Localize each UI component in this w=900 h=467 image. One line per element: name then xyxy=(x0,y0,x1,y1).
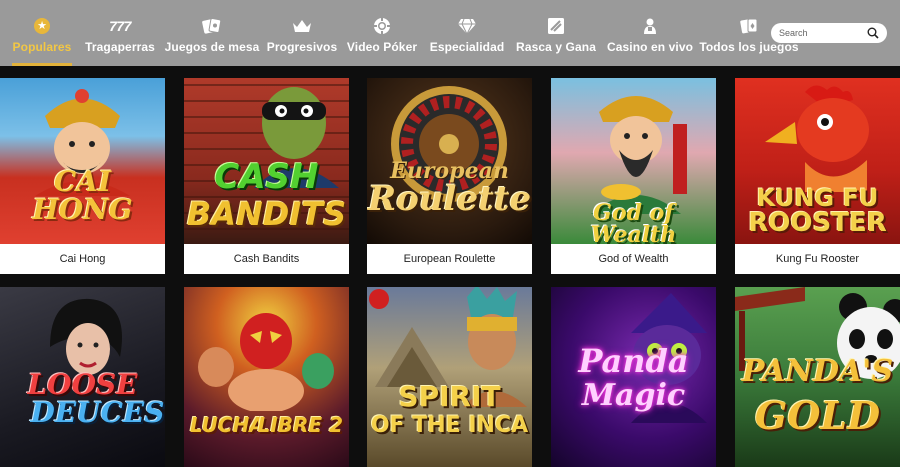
search-icon[interactable] xyxy=(867,27,879,39)
nav-item-label: Populares xyxy=(12,40,72,54)
game-logo-text: GOLD xyxy=(754,393,881,438)
game-thumbnail: God of Wealth xyxy=(551,78,716,244)
game-thumbnail: CAI HONG xyxy=(0,78,165,244)
god-illustration xyxy=(591,96,687,214)
game-thumbnail: CASH BANDITS xyxy=(184,78,349,244)
game-thumbnail: KUNG FU ROOSTER xyxy=(735,78,900,244)
nav-item-especialidad[interactable]: Especialidad xyxy=(429,0,505,66)
search-box xyxy=(771,23,887,43)
game-logo-text: Panda xyxy=(578,342,689,380)
game-logo-text: CASH xyxy=(214,157,319,197)
nav-item-label: Tragaperras xyxy=(85,40,155,54)
game-caption: Cai Hong xyxy=(0,244,165,274)
nav-item-juegos-de-mesa[interactable]: Juegos de mesa xyxy=(165,0,259,66)
nav-item-video-poker[interactable]: Video Póker xyxy=(346,0,418,66)
game-logo-text: Roulette xyxy=(367,179,532,219)
search-input[interactable] xyxy=(779,25,859,41)
game-thumbnail: SPIRIT OF THE INCA xyxy=(367,287,532,467)
nav-item-label: Video Póker xyxy=(346,40,418,54)
crown-icon xyxy=(293,20,311,32)
game-logo-text: HONG xyxy=(32,193,133,226)
777-icon: 777 xyxy=(109,18,131,34)
star-coin-icon: ★ xyxy=(34,18,50,34)
game-caption: Cash Bandits xyxy=(184,244,349,274)
cards-spread-icon xyxy=(740,18,758,34)
nav-item-label: Progresivos xyxy=(266,40,338,54)
game-logo-text: OF THE INCA xyxy=(370,413,529,438)
game-thumbnail: Panda Magic xyxy=(551,287,716,467)
nav-item-rasca-y-gana[interactable]: Rasca y Gana xyxy=(516,0,596,66)
game-logo-text: Magic xyxy=(581,378,686,413)
game-logo-text: BANDITS xyxy=(186,195,347,233)
game-logo-text: CAI xyxy=(53,165,112,198)
game-logo-text: PANDA'S xyxy=(741,354,894,389)
rooster-illustration xyxy=(765,85,869,192)
nav-item-progresivos[interactable]: Progresivos xyxy=(267,0,337,66)
game-logo-text: SPIRIT xyxy=(398,380,501,413)
game-logo-text: LIBRE 2 xyxy=(257,413,343,437)
nav-item-populares[interactable]: ★ Populares xyxy=(12,0,72,66)
game-thumbnail: LOOSE DEUCES xyxy=(0,287,165,467)
nav-item-label: Especialidad xyxy=(429,40,505,54)
nav-item-tragaperras[interactable]: 777 Tragaperras xyxy=(85,0,155,66)
game-thumbnail: European Roulette xyxy=(367,78,532,244)
game-thumbnail: PANDA'S GOLD xyxy=(735,287,900,467)
game-caption: Kung Fu Rooster xyxy=(735,244,900,274)
top-navigation: ★ Populares 777 Tragaperras Juegos de me… xyxy=(0,0,900,66)
dealer-icon xyxy=(644,18,656,34)
game-logo-text: LOOSE xyxy=(27,368,138,401)
chip-icon xyxy=(374,18,390,34)
nav-item-label: Rasca y Gana xyxy=(516,40,596,54)
game-logo-text: DEUCES xyxy=(30,396,165,429)
game-logo-text: God of Wealth xyxy=(590,200,677,244)
scratch-icon xyxy=(548,18,564,34)
game-logo-text: ROOSTER xyxy=(748,208,887,238)
nav-item-casino-en-vivo[interactable]: Casino en vivo xyxy=(607,0,693,66)
wrestlers-illustration xyxy=(198,313,334,411)
game-thumbnail: LUCHA LIBRE 2 xyxy=(184,287,349,467)
game-caption: God of Wealth xyxy=(551,244,716,274)
nav-item-label: Casino en vivo xyxy=(606,40,694,54)
game-caption: European Roulette xyxy=(367,244,532,274)
nav-item-label: Juegos de mesa xyxy=(164,40,260,54)
diamond-icon xyxy=(458,18,476,35)
game-logo-text: KUNG FU xyxy=(756,184,879,212)
cards-icon xyxy=(202,17,222,34)
